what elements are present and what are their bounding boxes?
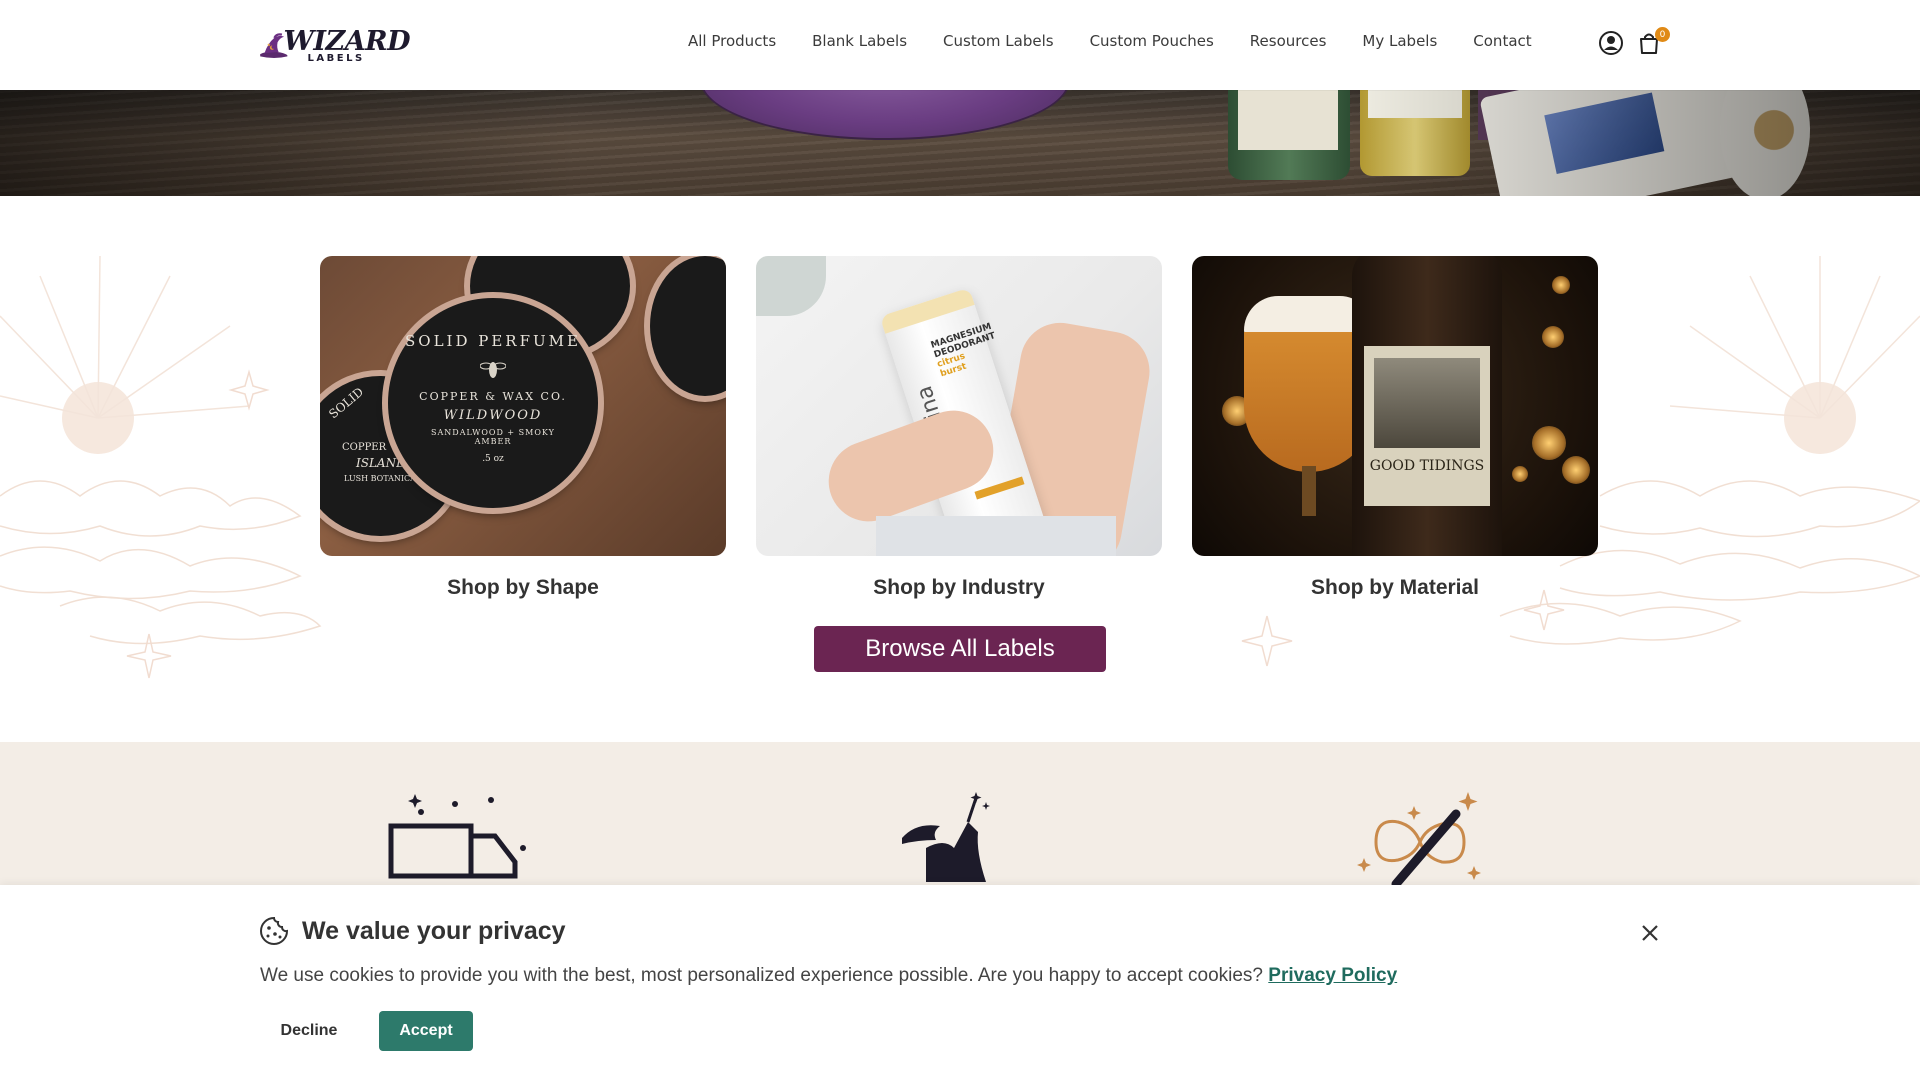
card-shop-by-shape[interactable]: SOLID COPPER ISLAND LUSH BOTANICAL CITRU… (320, 256, 726, 600)
nav-all-products[interactable]: All Products (688, 32, 776, 50)
card-shop-by-industry[interactable]: verefina MAGNESIUM DEODORANT citrus burs… (756, 256, 1162, 600)
logo[interactable]: WIZARD LABELS (258, 22, 411, 70)
cookie-message: We use cookies to provide you with the b… (260, 965, 1398, 986)
accept-button[interactable]: Accept (379, 1011, 473, 1051)
tin-main: SOLID PERFUME COPPER & WAX CO. WILDWOOD … (388, 298, 598, 508)
card-shop-by-material[interactable]: GOOD TIDINGS Shop by Material (1192, 256, 1598, 600)
cookie-consent-banner: We value your privacy We use cookies to … (0, 885, 1920, 1080)
cookie-title: We value your privacy (302, 916, 566, 945)
beer-bottle: GOOD TIDINGS (1352, 256, 1502, 556)
privacy-policy-link[interactable]: Privacy Policy (1268, 965, 1397, 986)
card-title[interactable]: Shop by Material (1192, 576, 1598, 600)
card-title[interactable]: Shop by Industry (756, 576, 1162, 600)
nav-custom-labels[interactable]: Custom Labels (943, 32, 1054, 50)
hero-image (0, 90, 1920, 196)
deodorant-image: verefina MAGNESIUM DEODORANT citrus burs… (756, 256, 1162, 556)
shop-cards: SOLID COPPER ISLAND LUSH BOTANICAL CITRU… (320, 256, 1598, 600)
bottle-label: GOOD TIDINGS (1364, 346, 1490, 506)
browse-all-labels-button[interactable]: Browse All Labels (814, 626, 1106, 672)
nav-custom-pouches[interactable]: Custom Pouches (1090, 32, 1214, 50)
logo-subtitle: LABELS (307, 53, 365, 64)
cart-icon[interactable]: 0 (1636, 27, 1670, 56)
wizard-icon (902, 792, 990, 882)
nav-contact[interactable]: Contact (1473, 32, 1531, 50)
cookie-icon (260, 916, 289, 945)
infinity-wand-icon (1357, 792, 1481, 887)
truck-icon (388, 794, 526, 879)
nav-resources[interactable]: Resources (1250, 32, 1327, 50)
site-header: WIZARD LABELS All Products Blank Labels … (0, 0, 1920, 90)
account-icon[interactable] (1598, 30, 1624, 56)
decline-button[interactable]: Decline (262, 1011, 356, 1051)
main-nav: All Products Blank Labels Custom Labels … (688, 32, 1532, 50)
beer-bottle-image: GOOD TIDINGS (1192, 256, 1598, 556)
nav-my-labels[interactable]: My Labels (1362, 32, 1437, 50)
card-title[interactable]: Shop by Shape (320, 576, 726, 600)
shop-section: SOLID COPPER ISLAND LUSH BOTANICAL CITRU… (0, 196, 1920, 742)
perfume-tins-image: SOLID COPPER ISLAND LUSH BOTANICAL CITRU… (320, 256, 726, 556)
cart-count-badge: 0 (1655, 27, 1670, 42)
nav-blank-labels[interactable]: Blank Labels (812, 32, 907, 50)
logo-wordmark: WIZARD (283, 26, 411, 57)
close-icon[interactable] (1636, 919, 1664, 947)
